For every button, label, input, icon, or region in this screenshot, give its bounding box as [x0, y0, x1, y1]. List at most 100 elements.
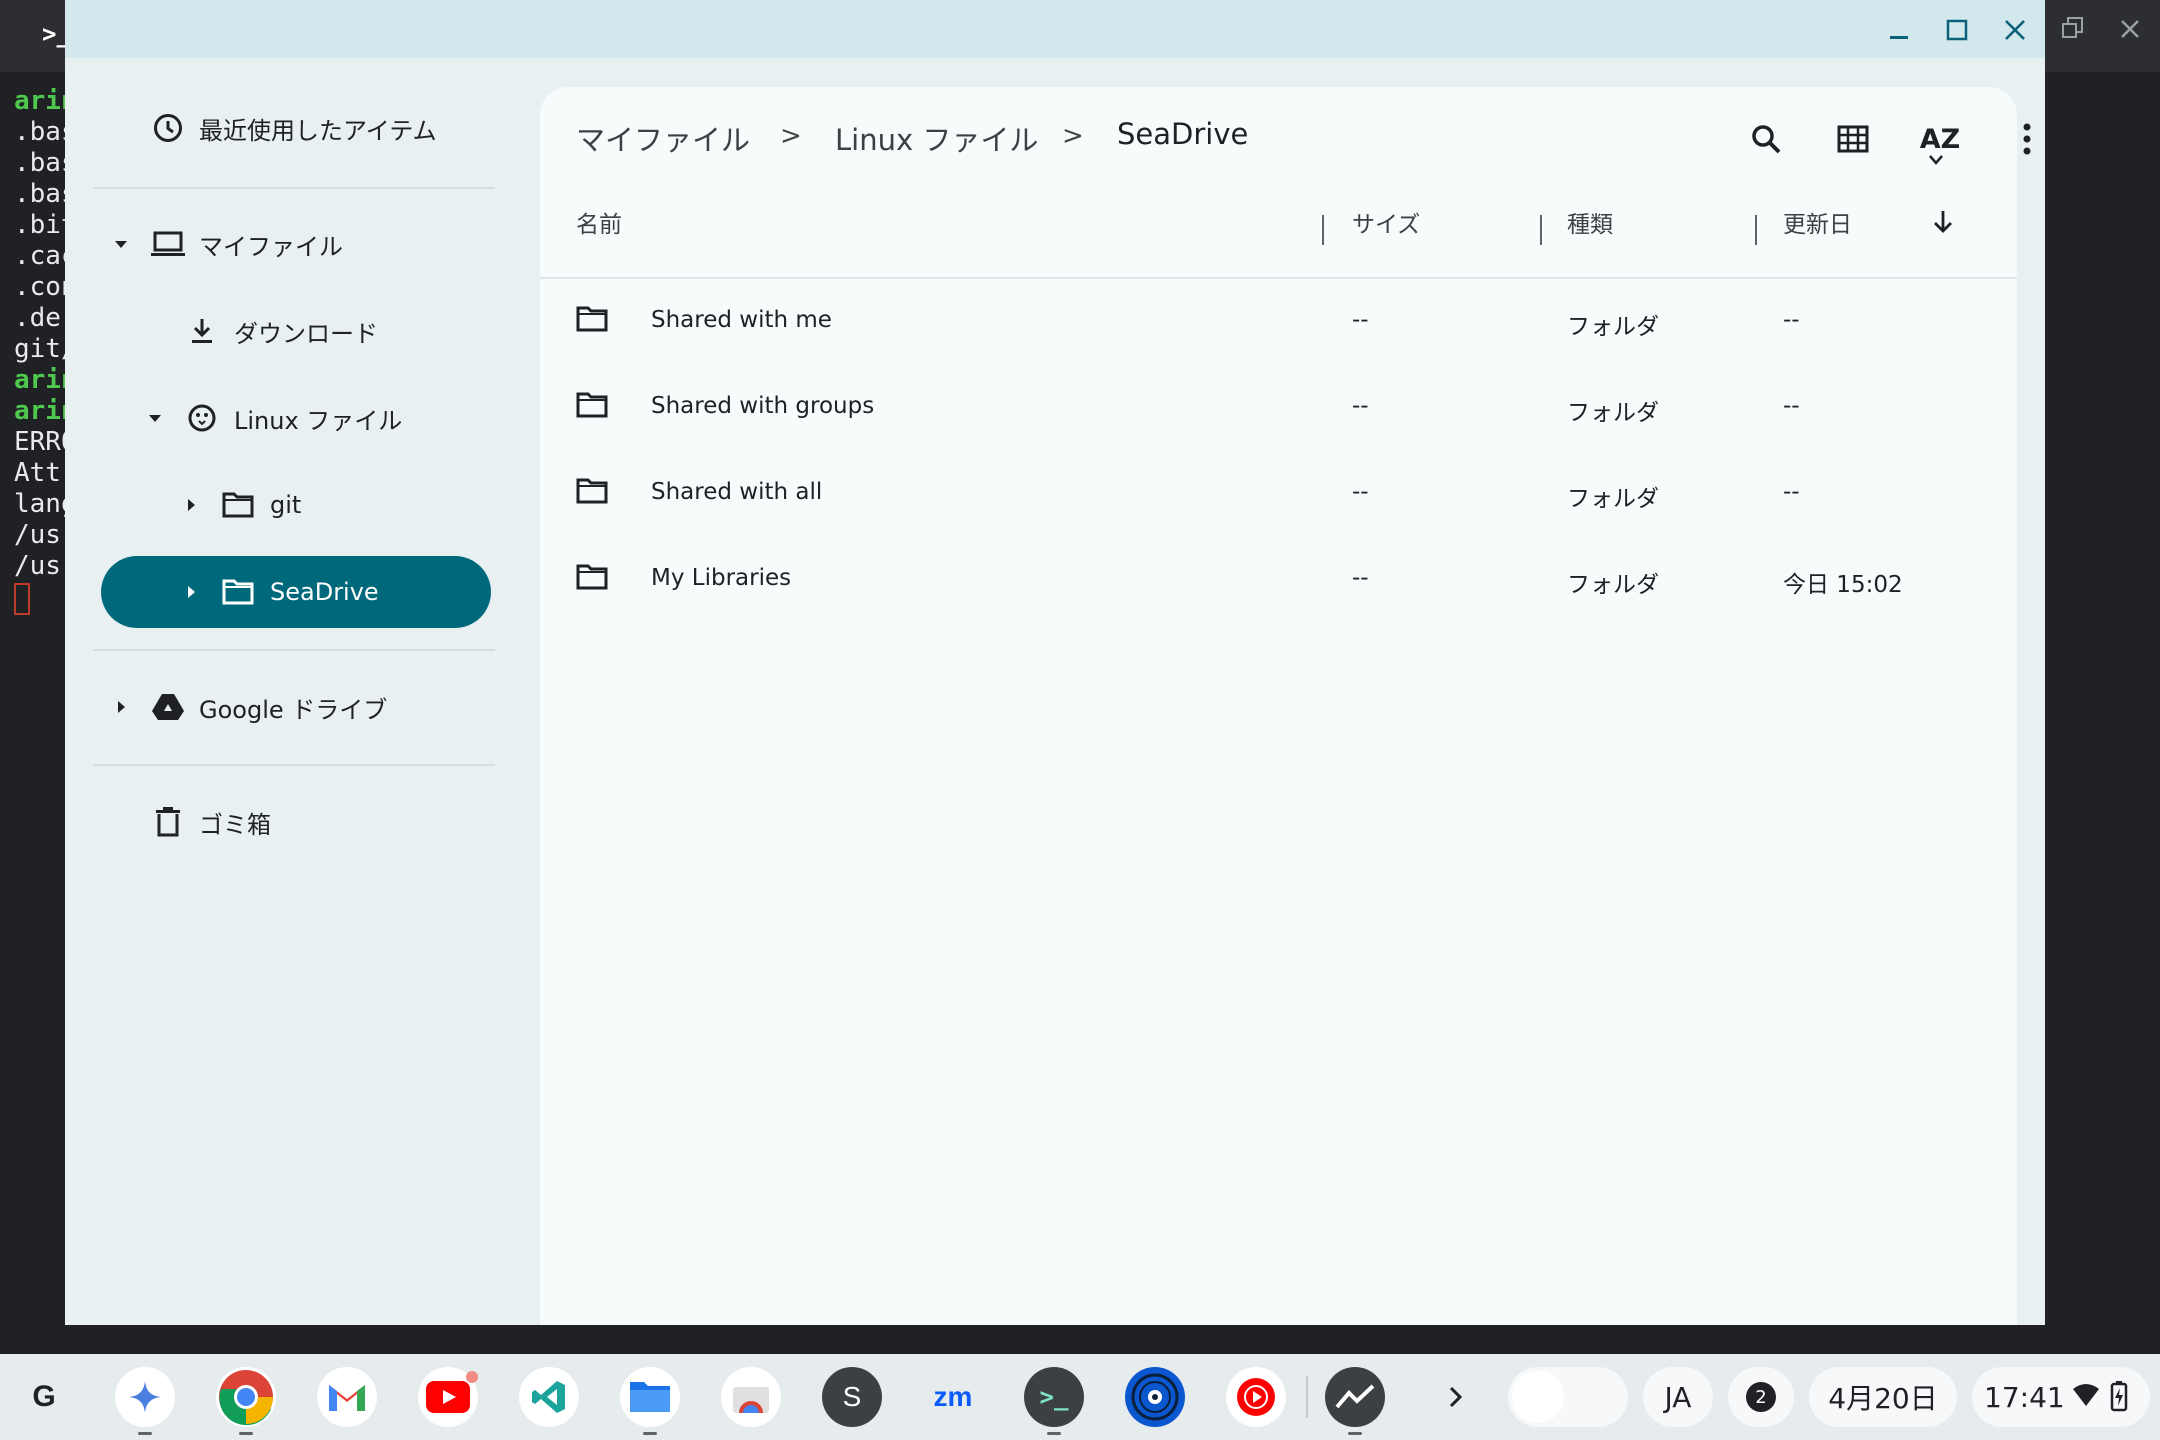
- sidebar-item-recent[interactable]: 最近使用したアイテム: [101, 94, 491, 162]
- stocks-app-icon[interactable]: [1325, 1367, 1385, 1427]
- breadcrumb-item[interactable]: マイファイル: [576, 117, 750, 159]
- sidebar-item-label: 最近使用したアイテム: [199, 116, 437, 145]
- table-row[interactable]: Shared with groups -- フォルダ --: [540, 365, 2017, 451]
- penguin-icon: [185, 401, 219, 435]
- vscode-app-icon[interactable]: [519, 1367, 579, 1427]
- shelf: G S zm >_ JA 2 4月20日 17:41: [0, 1354, 2160, 1440]
- youtube-app-icon[interactable]: [418, 1367, 478, 1427]
- sidebar-item-google-drive[interactable]: Google ドライブ: [101, 673, 491, 741]
- expand-arrow-icon[interactable]: [111, 227, 131, 261]
- battery-charging-icon: [2110, 1380, 2128, 1419]
- folder-icon: [576, 563, 608, 591]
- sidebar-item-label: Linux ファイル: [234, 406, 403, 435]
- file-name: Shared with groups: [651, 393, 875, 419]
- minimize-icon[interactable]: [1877, 8, 1921, 52]
- google-g-icon: G: [32, 1380, 56, 1413]
- column-header-name[interactable]: 名前: [576, 205, 622, 239]
- folder-icon: [576, 477, 608, 505]
- notification-dot: [466, 1371, 478, 1383]
- sidebar-item-trash[interactable]: ゴミ箱: [101, 788, 491, 856]
- file-modified: --: [1783, 479, 1800, 505]
- sidebar-item-seadrive[interactable]: SeaDrive: [101, 556, 491, 628]
- date-tray[interactable]: 4月20日: [1809, 1367, 1957, 1427]
- youtube-music-app-icon[interactable]: [1226, 1367, 1286, 1427]
- sort-descending-icon[interactable]: [1932, 209, 1954, 239]
- expand-arrow-icon[interactable]: [181, 488, 201, 522]
- expand-arrow-icon[interactable]: [181, 575, 201, 609]
- s-app-icon[interactable]: S: [822, 1367, 882, 1427]
- expand-arrow-icon[interactable]: [111, 690, 131, 724]
- grid-view-icon[interactable]: [1825, 111, 1881, 167]
- breadcrumb-current: SeaDrive: [1117, 117, 1249, 151]
- running-indicator: [1348, 1432, 1362, 1435]
- web-store-app-icon[interactable]: [721, 1367, 781, 1427]
- date-label: 4月20日: [1828, 1382, 1938, 1415]
- running-indicator: [643, 1432, 657, 1435]
- sidebar-item-git[interactable]: git: [101, 471, 491, 539]
- more-options-icon[interactable]: [1999, 111, 2055, 167]
- expand-arrow-icon[interactable]: [145, 401, 165, 435]
- breadcrumb-separator: >: [1062, 121, 1084, 151]
- file-modified: --: [1783, 393, 1800, 419]
- chrome-app-icon[interactable]: [216, 1367, 276, 1427]
- sidebar-item-label: SeaDrive: [270, 578, 379, 606]
- file-size: --: [1352, 393, 1369, 419]
- search-icon[interactable]: [1738, 111, 1794, 167]
- files-app-icon[interactable]: [620, 1367, 680, 1427]
- holding-space-thumbnail: [1512, 1371, 1564, 1423]
- notification-count-badge: 2: [1746, 1382, 1776, 1412]
- sidebar-item-linux-files[interactable]: Linux ファイル: [101, 384, 491, 452]
- wifi-icon: [2072, 1381, 2100, 1416]
- shelf-divider: [1306, 1376, 1308, 1418]
- file-type: フォルダ: [1567, 400, 1659, 426]
- table-row[interactable]: Shared with all -- フォルダ --: [540, 451, 2017, 537]
- table-row[interactable]: My Libraries -- フォルダ 今日 15:02: [540, 537, 2017, 623]
- table-row[interactable]: Shared with me -- フォルダ --: [540, 279, 2017, 365]
- folder-icon: [221, 488, 255, 522]
- file-modified: 今日 15:02: [1783, 572, 1903, 598]
- terminal-close-icon[interactable]: [2118, 14, 2142, 49]
- download-icon: [185, 314, 219, 348]
- breadcrumb: マイファイル > Linux ファイル > SeaDrive: [540, 87, 1640, 187]
- file-name: Shared with all: [651, 479, 823, 505]
- sidebar-item-label: Google ドライブ: [199, 695, 388, 724]
- running-indicator: [1047, 1432, 1061, 1435]
- maximize-icon[interactable]: [1935, 8, 1979, 52]
- file-type: フォルダ: [1567, 572, 1659, 598]
- holding-space-tray[interactable]: [1508, 1367, 1628, 1427]
- breadcrumb-item[interactable]: Linux ファイル: [835, 117, 1038, 159]
- breadcrumb-separator: >: [780, 121, 802, 151]
- close-icon[interactable]: [1993, 8, 2037, 52]
- restore-icon[interactable]: [2060, 14, 2086, 49]
- zoom-app-icon[interactable]: zm: [923, 1367, 983, 1427]
- music-disc-app-icon[interactable]: [1125, 1367, 1185, 1427]
- column-header-type[interactable]: 種類: [1567, 205, 1613, 239]
- trash-icon: [151, 805, 185, 839]
- clock-icon: [151, 111, 185, 145]
- sort-button[interactable]: AZ: [1912, 111, 1968, 167]
- column-header-modified[interactable]: 更新日: [1783, 205, 1852, 239]
- sidebar-item-my-files[interactable]: マイファイル: [101, 210, 491, 278]
- notification-counter[interactable]: 2: [1728, 1367, 1794, 1427]
- terminal-app-icon[interactable]: >_: [1024, 1367, 1084, 1427]
- column-separator[interactable]: [1322, 215, 1324, 245]
- sidebar-divider: [93, 764, 495, 766]
- file-size: --: [1352, 307, 1369, 333]
- system-tray[interactable]: 17:41: [1972, 1367, 2150, 1427]
- window-titlebar[interactable]: [65, 0, 2045, 58]
- google-drive-icon: [151, 690, 185, 724]
- sidebar-item-downloads[interactable]: ダウンロード: [101, 297, 491, 365]
- gmail-app-icon[interactable]: [317, 1367, 377, 1427]
- s-app-label: S: [842, 1381, 862, 1412]
- ime-menu-button[interactable]: JA: [1643, 1367, 1713, 1427]
- column-separator[interactable]: [1755, 215, 1757, 245]
- folder-icon: [576, 391, 608, 419]
- launcher-button[interactable]: G: [14, 1367, 74, 1427]
- column-separator[interactable]: [1540, 215, 1542, 245]
- sort-az-icon: AZ: [1919, 123, 1961, 155]
- gemini-app-icon[interactable]: [115, 1367, 175, 1427]
- file-modified: --: [1783, 307, 1800, 333]
- sidebar-item-label: ダウンロード: [234, 319, 378, 348]
- column-header-size[interactable]: サイズ: [1352, 205, 1420, 239]
- shelf-overflow-chevron-icon[interactable]: [1426, 1367, 1486, 1427]
